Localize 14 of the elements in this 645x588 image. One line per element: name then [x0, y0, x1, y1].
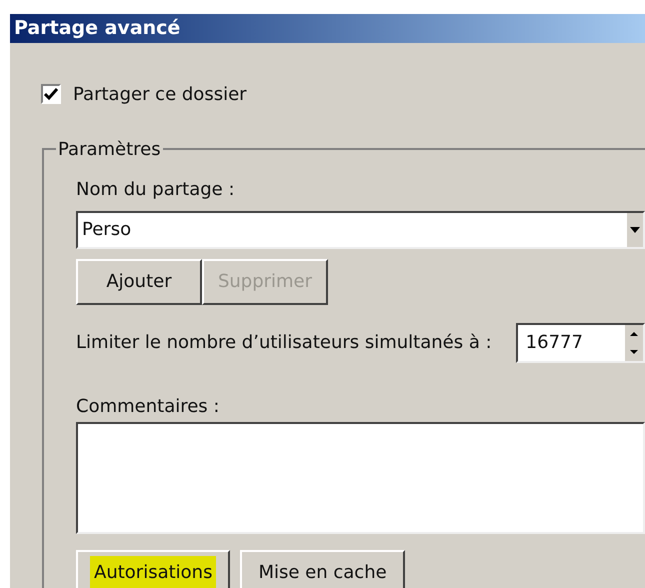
caching-button[interactable]: Mise en cache — [240, 550, 405, 588]
add-button[interactable]: Ajouter — [76, 258, 202, 304]
comments-label: Commentaires : — [76, 394, 220, 418]
checkbox-label: Partager ce dossier — [73, 82, 247, 106]
user-limit-spinbox[interactable]: 16777 — [516, 322, 645, 362]
user-limit-label: Limiter le nombre d’utilisateurs simultanés à : — [76, 331, 492, 355]
share-name-combo[interactable]: Perso — [76, 210, 645, 248]
share-name-label: Nom du partage : — [76, 178, 236, 202]
comments-field[interactable] — [76, 422, 645, 534]
spin-arrows-icon[interactable] — [625, 324, 643, 360]
window-title: Partage avancé — [14, 16, 180, 41]
checkbox[interactable] — [41, 84, 61, 104]
dropdown-icon[interactable] — [625, 212, 643, 246]
permissions-button[interactable]: Autorisations — [76, 550, 230, 588]
